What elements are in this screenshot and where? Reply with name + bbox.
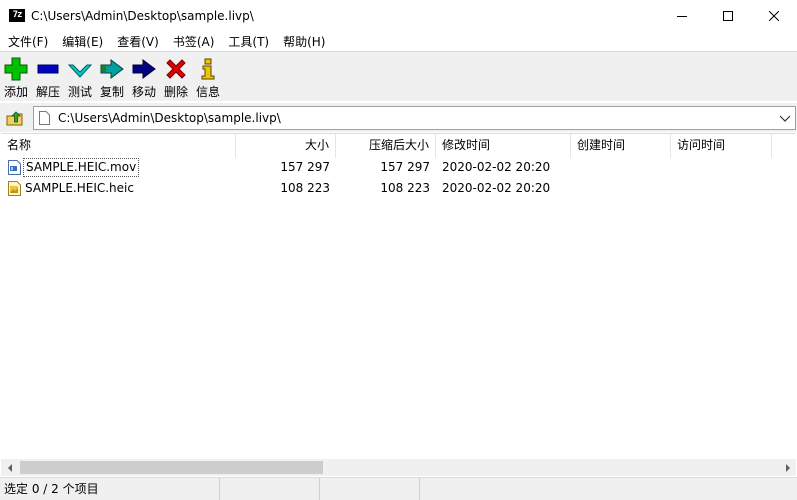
window-title: C:\Users\Admin\Desktop\sample.livp\ xyxy=(31,8,254,23)
table-row[interactable]: SAMPLE.HEIC.mov 157 297 157 297 2020-02-… xyxy=(1,157,796,178)
status-segment xyxy=(420,478,797,500)
path-text: C:\Users\Admin\Desktop\sample.livp\ xyxy=(58,111,281,125)
title-bar: 7z C:\Users\Admin\Desktop\sample.livp\ xyxy=(0,0,797,31)
copy-button[interactable]: 复制 xyxy=(99,52,125,100)
checkmark-icon xyxy=(68,64,92,78)
menu-view[interactable]: 查看(V) xyxy=(109,33,165,50)
file-modified: 2020-02-02 20:20 xyxy=(442,160,551,174)
copy-arrow-icon xyxy=(100,59,124,79)
status-bar: 选定 0 / 2 个项目 xyxy=(0,477,797,500)
minus-icon xyxy=(37,64,59,74)
menu-help[interactable]: 帮助(H) xyxy=(275,33,331,50)
video-file-icon xyxy=(8,160,21,175)
address-bar: C:\Users\Admin\Desktop\sample.livp\ xyxy=(0,103,797,132)
plus-icon xyxy=(4,57,28,81)
menu-bar: 文件(F) 编辑(E) 查看(V) 书签(A) 工具(T) 帮助(H) xyxy=(0,31,797,51)
file-packed-size: 157 297 xyxy=(380,160,430,174)
extract-label: 解压 xyxy=(35,85,60,99)
menu-file[interactable]: 文件(F) xyxy=(0,33,54,50)
path-combobox[interactable]: C:\Users\Admin\Desktop\sample.livp\ xyxy=(33,106,796,130)
minimize-icon xyxy=(677,15,687,17)
scrollbar-thumb[interactable] xyxy=(20,461,323,474)
info-label: 信息 xyxy=(195,85,220,99)
column-header-size[interactable]: 大小 xyxy=(236,134,336,158)
delete-button[interactable]: 删除 xyxy=(163,52,189,100)
move-button[interactable]: 移动 xyxy=(131,52,157,100)
up-folder-button[interactable] xyxy=(4,107,26,129)
status-segment xyxy=(320,478,420,500)
add-button[interactable]: 添加 xyxy=(3,52,29,100)
add-label: 添加 xyxy=(3,85,28,99)
file-name: SAMPLE.HEIC.heic xyxy=(25,181,134,195)
delete-label: 删除 xyxy=(163,85,188,99)
info-icon xyxy=(201,58,215,80)
menu-tools[interactable]: 工具(T) xyxy=(220,33,275,50)
page-icon xyxy=(39,111,50,125)
app-logo-icon: 7z xyxy=(9,9,25,22)
close-button[interactable] xyxy=(751,0,797,31)
horizontal-scrollbar[interactable] xyxy=(1,459,796,476)
minimize-button[interactable] xyxy=(659,0,705,31)
extract-button[interactable]: 解压 xyxy=(35,52,61,100)
status-selection: 选定 0 / 2 个项目 xyxy=(0,478,220,500)
status-segment xyxy=(220,478,320,500)
column-header-created[interactable]: 创建时间 xyxy=(571,134,671,158)
file-list[interactable]: 名称 大小 压缩后大小 修改时间 创建时间 访问时间 SAMPLE.HEIC.m… xyxy=(1,133,796,459)
column-header-modified[interactable]: 修改时间 xyxy=(436,134,571,158)
chevron-left-icon xyxy=(7,463,12,472)
delete-x-icon xyxy=(166,59,186,79)
toolbar: 添加 解压 测试 复制 移动 删除 信息 xyxy=(0,51,797,101)
column-header-packed-size[interactable]: 压缩后大小 xyxy=(336,134,436,158)
chevron-down-icon[interactable] xyxy=(779,112,791,124)
chevron-right-icon xyxy=(785,463,790,472)
scroll-right-button[interactable] xyxy=(779,459,796,476)
maximize-icon xyxy=(723,10,733,21)
file-packed-size: 108 223 xyxy=(380,181,430,195)
move-arrow-icon xyxy=(132,59,156,79)
file-size: 157 297 xyxy=(280,160,330,174)
test-label: 测试 xyxy=(67,85,92,99)
scroll-left-button[interactable] xyxy=(1,459,18,476)
column-header-name[interactable]: 名称 xyxy=(1,134,236,158)
folder-up-icon xyxy=(6,111,23,126)
menu-bookmarks[interactable]: 书签(A) xyxy=(165,33,221,50)
table-row[interactable]: SAMPLE.HEIC.heic 108 223 108 223 2020-02… xyxy=(1,178,796,199)
menu-edit[interactable]: 编辑(E) xyxy=(54,33,109,50)
info-button[interactable]: 信息 xyxy=(195,52,221,100)
file-name: SAMPLE.HEIC.mov xyxy=(23,158,140,177)
test-button[interactable]: 测试 xyxy=(67,52,93,100)
column-header-accessed[interactable]: 访问时间 xyxy=(671,134,772,158)
image-file-icon xyxy=(8,181,21,196)
maximize-button[interactable] xyxy=(705,0,751,31)
file-modified: 2020-02-02 20:20 xyxy=(442,181,551,195)
copy-label: 复制 xyxy=(99,85,124,99)
close-icon xyxy=(769,10,779,21)
file-size: 108 223 xyxy=(280,181,330,195)
move-label: 移动 xyxy=(131,85,156,99)
